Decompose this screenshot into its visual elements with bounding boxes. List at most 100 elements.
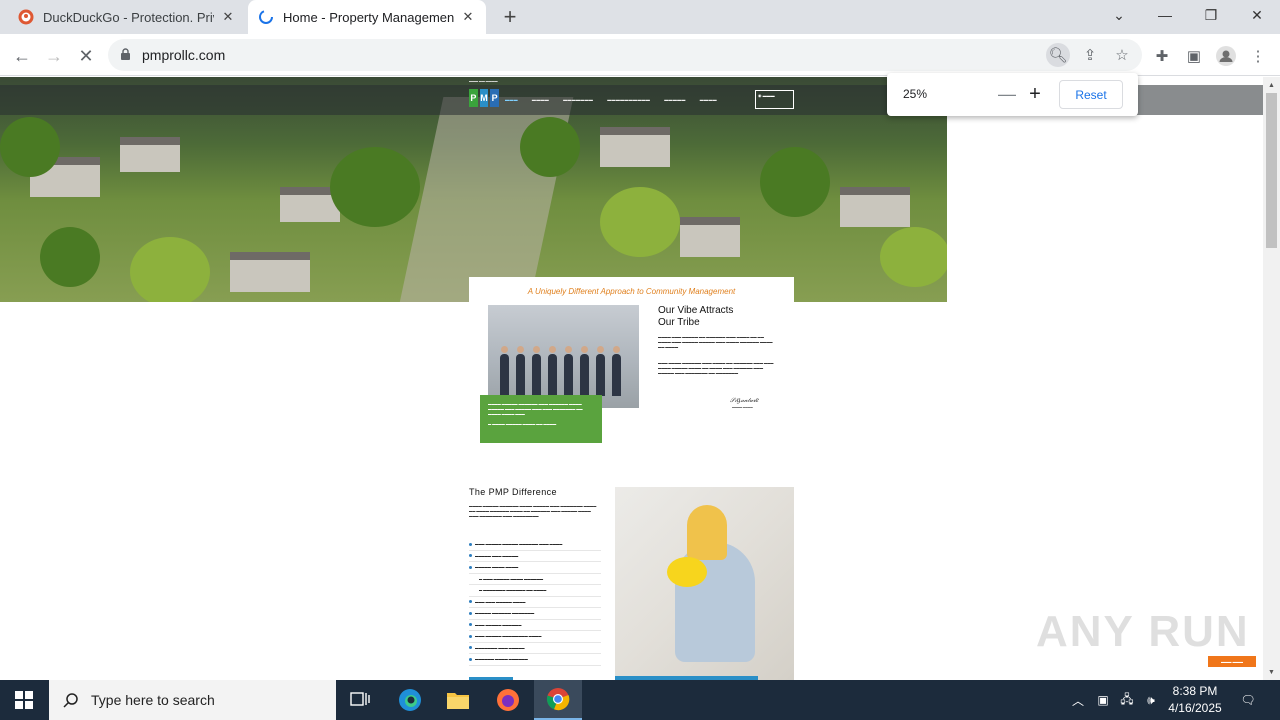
site-logo[interactable]: P M P [469,89,500,107]
vibe-title-line: Our Tribe [658,317,700,328]
taskbar-search[interactable]: Type here to search [49,680,336,720]
zoom-percent: 25% [903,87,928,101]
menu-kebab-icon[interactable]: ⋮ [1246,44,1270,68]
list-item: ▬▬▬▬▬ ▬▬▬▬ ▬▬▬▬ [469,562,601,574]
vibe-title: Our Vibe Attracts Our Tribe [658,305,778,329]
team-member [548,346,557,396]
list-item: ▬▬▬ ▬▬▬▬▬ ▬▬▬▬▬ ▬▬▬▬▬▬ ▬▬▬ ▬▬▬▬ [469,539,601,551]
scrollbar-thumb[interactable] [1266,93,1277,248]
new-tab-button[interactable]: + [498,4,522,29]
task-view-button[interactable] [336,680,384,720]
team-member [564,346,573,396]
hero-house [120,137,180,172]
zoom-icon[interactable]: 🔍︎ [1046,43,1070,67]
duckduckgo-icon [18,9,34,25]
restore-button[interactable]: ❐ [1188,0,1234,30]
loading-icon [259,10,273,24]
windows-taskbar: Type here to search ︿ ▣ 🖧 🕪 8:38 PM 4/16… [0,680,1280,720]
zoom-out-button[interactable]: — [995,82,1019,106]
bookmark-star-icon[interactable]: ☆ [1110,43,1134,67]
volume-icon[interactable]: 🕪 [1141,680,1161,720]
network-icon[interactable]: 🖧 [1117,680,1137,720]
list-item: ▬▬▬ ▬▬▬ ▬▬▬▬▬ ▬▬▬▬ [469,597,601,608]
page-scrollbar[interactable]: ▲ ▼ [1263,77,1280,680]
nav-link[interactable]: ▬▬▬ [505,97,518,102]
windows-logo-icon [15,691,33,709]
zoom-popup: 25% — + Reset [887,73,1138,116]
hero-house [230,252,310,292]
signature-caption: ▬▬▬▬ ▬▬▬▬ [732,406,753,409]
signature: 𝒮𝒾𝑔𝓃𝒶𝓉𝓊𝓇𝑒 [730,397,759,404]
nav-link[interactable]: ▬▬▬▬ [700,97,717,102]
search-placeholder: Type here to search [91,692,215,708]
zoom-in-button[interactable]: + [1023,82,1047,106]
stop-loading-button[interactable]: ✕ [72,42,100,70]
gateway-badge[interactable]: ◉ ▬▬▬ [755,90,794,109]
pmp-intro-paragraph: ▬▬▬▬ ▬▬▬▬▬ ▬▬▬▬▬▬ ▬▬▬▬ ▬▬▬▬▬ ▬▬▬ ▬▬▬▬▬▬▬… [469,504,597,518]
chat-button[interactable]: ▬▬▬ ▬▬▬ [1208,656,1256,667]
team-member [580,346,589,396]
team-member [516,346,525,396]
team-photo [488,305,639,408]
zoom-reset-button[interactable]: Reset [1059,80,1123,109]
tab-duckduckgo[interactable]: DuckDuckGo - Protection. Privac ✕ [8,0,246,34]
device-icon[interactable]: ▣ [1093,680,1113,720]
scroll-down-arrow[interactable]: ▼ [1263,664,1280,680]
extensions-icon[interactable]: ✚ [1150,44,1174,68]
nav-link[interactable]: ▬▬▬▬▬▬▬▬▬▬ [607,97,650,102]
browser-toolbar: ← → ✕ pmprollc.com 🔍︎ ⇪ ☆ ✚ ▣ ⋮ [0,34,1280,76]
clock-date: 4/16/2025 [1168,701,1222,715]
card-heading: A Uniquely Different Approach to Communi… [527,287,736,296]
list-item: ▬▬▬▬▬▬ ▬▬▬▬ ▬▬▬▬▬▬ [469,654,601,666]
close-tab-icon[interactable]: ✕ [460,9,476,25]
taskbar-firefox[interactable] [484,680,532,720]
anyrun-watermark: ANY RUN [1036,607,1250,656]
profile-avatar-icon[interactable] [1214,44,1238,68]
close-window-button[interactable]: ✕ [1234,0,1280,30]
tab-search-button[interactable]: ⌄ [1096,0,1142,30]
tab-strip: DuckDuckGo - Protection. Privac ✕ Home -… [0,0,1280,34]
edge-icon [399,689,421,711]
team-member [532,346,541,396]
taskbar-chrome[interactable] [534,680,582,720]
logo-letter: P [469,89,478,107]
notifications-icon[interactable]: 🗨 [1236,680,1260,720]
nav-link[interactable]: ▬▬▬▬▬▬▬ [563,97,593,102]
hero-tree [40,227,100,287]
tray-overflow-icon[interactable]: ︿ [1068,680,1088,720]
clock-time: 8:38 PM [1172,684,1218,698]
lock-icon [121,48,130,60]
taskbar-clock[interactable]: 8:38 PM 4/16/2025 [1160,683,1230,717]
taskbar-edge[interactable] [386,680,434,720]
taskbar-file-explorer[interactable] [434,680,482,720]
pmp-difference-title: The PMP Difference [469,487,557,497]
list-item: ▬▬▬▬▬▬▬ ▬▬▬ ▬▬▬▬▬ [469,643,601,654]
tab-property-management[interactable]: Home - Property Management P ✕ [248,0,486,34]
team-member [500,346,509,396]
nav-link[interactable]: ▬▬▬▬ [532,97,549,102]
address-bar[interactable]: pmprollc.com 🔍︎ ⇪ ☆ [108,39,1142,71]
site-top-strip: ▬▬▬ ▬▬ ▬▬▬▬ [469,79,498,83]
team-member [596,346,605,396]
nav-link[interactable]: ▬▬▬▬▬ [664,97,686,102]
scroll-up-arrow[interactable]: ▲ [1263,77,1280,93]
hero-house [680,217,740,257]
folder-icon [447,693,469,709]
share-icon[interactable]: ⇪ [1078,43,1102,67]
list-item: ▬ ▬▬▬ ▬▬▬▬▬ ▬▬▬▬ ▬▬▬▬▬▬ [469,574,601,585]
side-panel-icon[interactable]: ▣ [1182,44,1206,68]
forward-button[interactable]: → [40,42,68,70]
firefox-icon [497,689,519,711]
minimize-button[interactable]: — [1142,0,1188,30]
list-item: ▬▬▬ ▬▬▬▬▬ ▬▬▬▬▬▬▬▬ ▬▬▬▬ [469,631,601,643]
start-button[interactable] [0,680,48,720]
list-item: ▬▬▬▬▬ ▬▬▬ ▬▬▬▬▬ [469,551,601,562]
hero-tree [880,227,947,287]
close-tab-icon[interactable]: ✕ [220,9,236,25]
hero-tree [760,147,830,217]
hero-house [600,127,670,167]
testimonial-box: ▬▬▬▬ ▬▬▬▬▬ ▬▬▬▬▬▬ ▬▬▬ ▬▬▬▬▬▬ ▬▬▬▬ ▬▬▬▬▬ … [480,395,602,443]
hero-tree [130,237,210,302]
list-item: ▬▬▬ ▬▬▬▬▬ ▬▬▬▬▬▬ [469,620,601,631]
back-button[interactable]: ← [8,42,36,70]
